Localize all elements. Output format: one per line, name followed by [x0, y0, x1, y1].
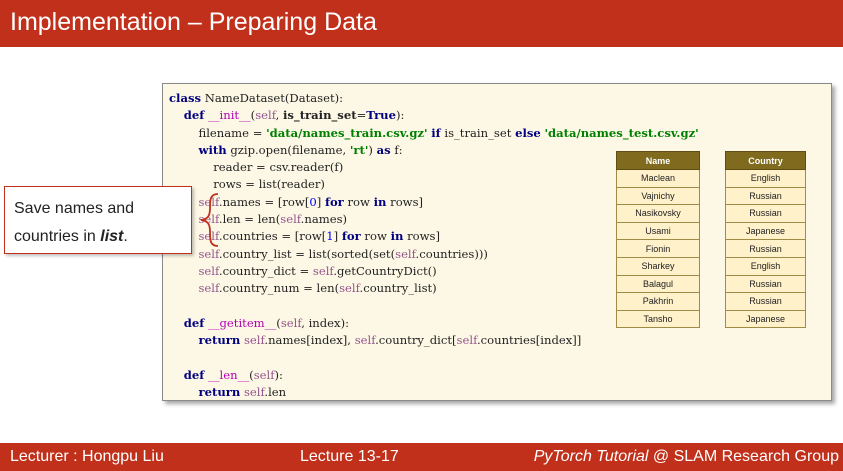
footer-course: PyTorch Tutorial @ SLAM Research Group [534, 443, 839, 471]
names-table-row: Balagul [616, 274, 700, 294]
footer-lecturer: Lecturer : Hongpu Liu [10, 448, 164, 465]
names-table-row: Tansho [616, 309, 700, 329]
callout-line-2-suffix: . [123, 228, 128, 245]
names-table-cell: Nasikovsky [616, 204, 700, 223]
curly-brace-icon [200, 193, 219, 247]
countries-table-cell: Russian [725, 186, 806, 206]
names-table-cell: Vajnichy [616, 186, 700, 206]
countries-table-row: Russian [725, 186, 806, 206]
names-table-row: Maclean [616, 169, 700, 188]
countries-table-row: English [725, 169, 806, 188]
names-table-row: Sharkey [616, 256, 700, 276]
countries-table-cell: Japanese [725, 309, 806, 329]
names-table-cell: Fionin [616, 239, 700, 258]
footer-course-italic: PyTorch Tutorial [533, 448, 649, 465]
countries-table-cell: Russian [725, 274, 806, 294]
countries-table-cell: Japanese [725, 221, 806, 241]
footer-course-rest: @ SLAM Research Group [648, 448, 839, 465]
countries-table-cell: Russian [725, 292, 806, 311]
names-table-header: Name [616, 151, 700, 170]
names-table-cell: Sharkey [616, 256, 700, 276]
names-table-row: Pakhrin [616, 292, 700, 311]
countries-table-cell: Russian [725, 204, 806, 223]
callout-emphasis: list [100, 228, 124, 245]
callout-line-2-prefix: countries in [14, 228, 101, 245]
names-table-cell: Balagul [616, 274, 700, 294]
callout-box: Save names and countries in list. [4, 186, 192, 254]
footer-bar: Lecturer : Hongpu Liu Lecture 13-17 PyTo… [0, 443, 843, 471]
names-table: Name Maclean Vajnichy Nasikovsky Usami Fioni… [616, 151, 700, 329]
names-table-cell: Maclean [616, 169, 700, 188]
names-table-row: Nasikovsky [616, 204, 700, 223]
countries-table-row: Russian [725, 292, 806, 311]
names-table-cell: Pakhrin [616, 292, 700, 311]
callout-line-2: countries in list. [14, 223, 191, 251]
countries-table-cell: English [725, 256, 806, 276]
countries-table-row: English [725, 256, 806, 276]
countries-table-row: Japanese [725, 221, 806, 241]
countries-table: Country English Russian Russian Japanese Rus… [725, 151, 806, 329]
countries-table-row: Russian [725, 274, 806, 294]
countries-table-cell: English [725, 169, 806, 188]
countries-table-row: Russian [725, 204, 806, 223]
names-table-cell: Usami [616, 221, 700, 241]
names-table-row: Usami [616, 221, 700, 241]
countries-table-row: Japanese [725, 309, 806, 329]
countries-table-row: Russian [725, 239, 806, 258]
names-table-cell: Tansho [616, 309, 700, 329]
callout-line-1: Save names and [14, 200, 135, 217]
names-table-row: Fionin [616, 239, 700, 258]
footer-lecture-number: Lecture 13-17 [300, 448, 399, 465]
countries-table-header: Country [725, 151, 806, 170]
names-table-row: Vajnichy [616, 186, 700, 206]
countries-table-cell: Russian [725, 239, 806, 258]
slide-title: Implementation – Preparing Data [0, 0, 843, 47]
